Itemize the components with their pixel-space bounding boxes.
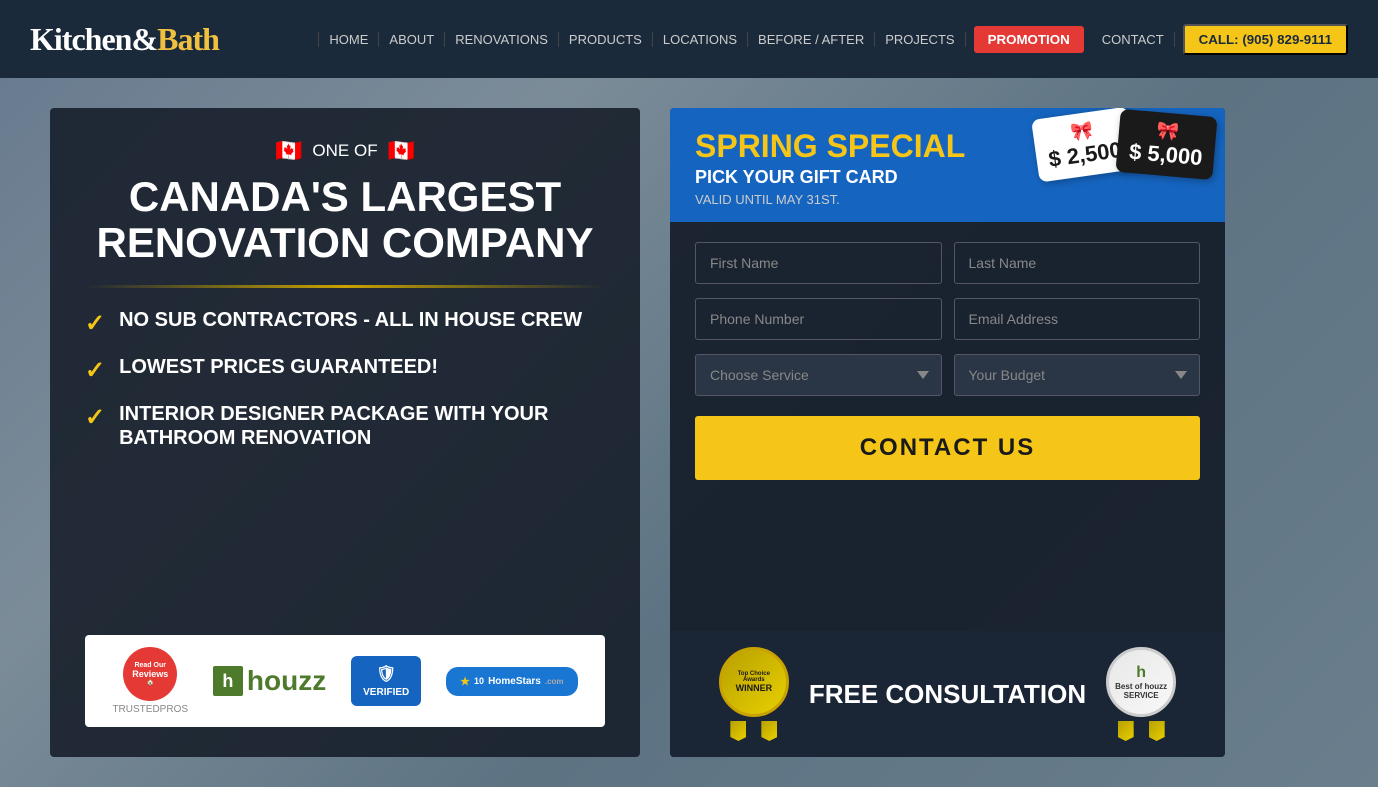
feature-text-3: INTERIOR DESIGNER PACKAGE WITH YOUR BATH… (119, 402, 605, 450)
service-select[interactable]: Choose Service (695, 354, 942, 396)
verified-text: VERIFIED (363, 687, 409, 698)
feature-item-2: ✓ LOWEST PRICES GUARANTEED! (85, 355, 605, 386)
email-input[interactable] (954, 298, 1201, 340)
nav-home[interactable]: HOME (318, 32, 379, 47)
homestars-com: .com (545, 677, 564, 686)
main-content: 🇨🇦 ONE OF 🇨🇦 CANADA'S LARGEST RENOVATION… (0, 78, 1378, 787)
logo[interactable]: Kitchen&Bath (30, 21, 219, 58)
trustedpros-circle: Read Our Reviews 🏠 (123, 647, 177, 701)
homestars-text: HomeStars (488, 676, 541, 687)
nav-projects[interactable]: PROJECTS (875, 32, 965, 47)
houzz-badge-h: h (1136, 664, 1146, 682)
checkmark-3: ✓ (85, 404, 105, 433)
homestars-verified-badge: 🛡 VERIFIED (351, 656, 421, 706)
feature-list: ✓ NO SUB CONTRACTORS - ALL IN HOUSE CREW… (85, 308, 605, 450)
award-circle: Top Choice Awards WINNER (719, 647, 789, 717)
shield-icon: 🛡 (363, 664, 409, 684)
right-panel: SPRING SPECIAL PICK YOUR GIFT CARD VALID… (670, 108, 1225, 757)
trustedpros-label: TRUSTEDPROS (112, 704, 188, 715)
trustedpros-home-icon: 🏠 (146, 679, 153, 686)
free-consultation-text: FREE CONSULTATION (809, 679, 1086, 710)
valid-until-text: VALID UNTIL MAY 31st. (695, 192, 1200, 207)
name-row (695, 242, 1200, 284)
nav-links: HOME ABOUT RENOVATIONS PRODUCTS LOCATION… (318, 24, 1348, 55)
one-of-line: 🇨🇦 ONE OF 🇨🇦 (85, 138, 605, 164)
houzz-ribbon-right (1149, 721, 1165, 741)
feature-item-1: ✓ NO SUB CONTRACTORS - ALL IN HOUSE CREW (85, 308, 605, 339)
trustedpros-read: Read Our (134, 662, 166, 669)
flag-left: 🇨🇦 (275, 138, 302, 164)
homestars-bubble: ★ 10 HomeStars .com (446, 667, 577, 696)
checkmark-1: ✓ (85, 310, 105, 339)
title-line2: RENOVATION COMPANY (96, 219, 593, 266)
nav-before-after[interactable]: BEFORE / AFTER (748, 32, 875, 47)
gift-amount-5000: $ 5,000 (1128, 139, 1203, 171)
houzz-award-badge: h Best of houzz SERVICE (1106, 647, 1176, 741)
houzz-service-text: Best of houzz SERVICE (1114, 682, 1168, 700)
top-choice-text: Top Choice Awards (738, 671, 770, 683)
form-area: Choose Service Your Budget CONTACT US (670, 222, 1225, 631)
homestars-verified-box: 🛡 VERIFIED (351, 656, 421, 706)
feature-item-3: ✓ INTERIOR DESIGNER PACKAGE WITH YOUR BA… (85, 402, 605, 450)
feature-text-2: LOWEST PRICES GUARANTEED! (119, 355, 438, 379)
houzz-ribbon-left (1118, 721, 1134, 741)
star-10: 10 (474, 676, 484, 686)
contact-us-button[interactable]: CONTACT US (695, 416, 1200, 480)
nav-renovations[interactable]: RENOVATIONS (445, 32, 559, 47)
feature-text-1: NO SUB CONTRACTORS - ALL IN HOUSE CREW (119, 308, 582, 332)
last-name-input[interactable] (954, 242, 1201, 284)
call-button[interactable]: CALL: (905) 829-9111 (1183, 24, 1348, 55)
trustedpros-reviews: Reviews (132, 669, 168, 679)
homestars-badge: ★ 10 HomeStars .com (446, 667, 577, 696)
promotion-button[interactable]: PROMOTION (974, 26, 1084, 53)
canada-title: CANADA'S LARGEST RENOVATION COMPANY (85, 174, 605, 266)
budget-select[interactable]: Your Budget (954, 354, 1201, 396)
winner-text: WINNER (736, 683, 773, 693)
gift-card-5000: 🎀 $ 5,000 (1115, 109, 1218, 180)
houzz-ribbons (1106, 721, 1176, 741)
star-icon: ★ (460, 675, 470, 688)
service-row: Choose Service Your Budget (695, 354, 1200, 396)
top-choice-award-badge: Top Choice Awards WINNER (719, 647, 789, 741)
houzz-h-box: h (213, 666, 243, 696)
badge-row: Read Our Reviews 🏠 TRUSTEDPROS h houzz 🛡… (85, 635, 605, 727)
nav-products[interactable]: PRODUCTS (559, 32, 653, 47)
ribbon-piece-right (761, 721, 777, 741)
one-of-text: ONE OF (312, 141, 377, 161)
houzz-badge: h houzz (213, 665, 326, 697)
flag-right: 🇨🇦 (388, 138, 415, 164)
first-name-input[interactable] (695, 242, 942, 284)
ribbon-piece-left (730, 721, 746, 741)
title-line1: CANADA'S LARGEST (129, 173, 561, 220)
nav-contact[interactable]: CONTACT (1092, 32, 1175, 47)
phone-input[interactable] (695, 298, 942, 340)
spring-header: SPRING SPECIAL PICK YOUR GIFT CARD VALID… (670, 108, 1225, 222)
nav-about[interactable]: ABOUT (379, 32, 445, 47)
nav-locations[interactable]: LOCATIONS (653, 32, 748, 47)
gift-cards: 🎀 $ 2,500 🎀 $ 5,000 (1035, 113, 1215, 176)
houzz-text: houzz (247, 665, 326, 697)
trustedpros-badge: Read Our Reviews 🏠 TRUSTEDPROS (112, 647, 188, 715)
houzz-circle: h Best of houzz SERVICE (1106, 647, 1176, 717)
left-panel: 🇨🇦 ONE OF 🇨🇦 CANADA'S LARGEST RENOVATION… (50, 108, 640, 757)
consultation-bar: Top Choice Awards WINNER FREE CONSULTATI… (670, 631, 1225, 757)
navbar: Kitchen&Bath HOME ABOUT RENOVATIONS PROD… (0, 0, 1378, 78)
award-text: Top Choice Awards (727, 671, 781, 683)
gold-divider (85, 285, 605, 288)
contact-row (695, 298, 1200, 340)
award-ribbons (719, 721, 789, 741)
spring-special-text: SPRING SPECIAL (695, 128, 965, 164)
checkmark-2: ✓ (85, 357, 105, 386)
